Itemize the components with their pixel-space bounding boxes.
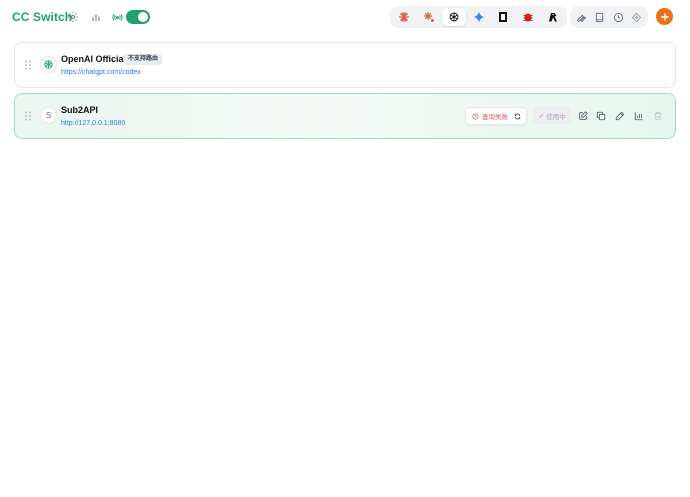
tab-claude[interactable] bbox=[392, 8, 416, 26]
plus-icon bbox=[660, 12, 669, 21]
toggle-knob bbox=[138, 12, 148, 22]
book-icon bbox=[596, 12, 604, 22]
usage-stats-button[interactable] bbox=[88, 9, 104, 25]
query-failed-label: 查询失败 bbox=[482, 114, 508, 121]
openai-icon bbox=[449, 12, 459, 22]
proxy-switch[interactable] bbox=[112, 9, 150, 25]
proxy-toggle[interactable] bbox=[126, 10, 150, 24]
tab-codex[interactable] bbox=[441, 8, 466, 26]
add-provider-button[interactable] bbox=[656, 8, 673, 25]
tab-bug[interactable] bbox=[516, 8, 540, 26]
error-circle-icon bbox=[472, 112, 479, 120]
provider-card-sub2api[interactable]: S Sub2API http://127.0.0.1:8080 查询失败 使用中 bbox=[14, 93, 676, 139]
drag-handle-icon[interactable] bbox=[24, 111, 32, 121]
gemini-icon bbox=[473, 11, 484, 23]
provider-name: Sub2API bbox=[61, 105, 99, 115]
history-icon bbox=[613, 12, 623, 22]
usage-query-status[interactable]: 查询失败 bbox=[465, 107, 527, 125]
opencode-icon bbox=[499, 12, 508, 22]
configure-button[interactable] bbox=[614, 110, 626, 122]
claude-icon bbox=[398, 11, 410, 23]
duplicate-button[interactable] bbox=[595, 110, 607, 122]
claude-code-icon bbox=[423, 11, 434, 22]
tab-gemini[interactable] bbox=[467, 8, 491, 26]
provider-url[interactable]: https://chatgpt.com/codex bbox=[61, 69, 141, 76]
tools-button[interactable] bbox=[573, 8, 590, 26]
routing-unsupported-badge: 不支持路由 bbox=[124, 54, 163, 65]
drag-handle-icon[interactable] bbox=[24, 60, 32, 70]
trash-icon bbox=[654, 112, 662, 121]
provider-card-openai-official[interactable]: OpenAI Official 不支持路由 https://chatgpt.co… bbox=[14, 42, 676, 88]
settings-button[interactable] bbox=[65, 9, 81, 25]
tab-agent[interactable] bbox=[541, 8, 565, 26]
check-icon bbox=[538, 113, 544, 118]
app-title: CC Switch bbox=[12, 10, 73, 24]
tab-opencode[interactable] bbox=[491, 8, 515, 26]
wrench-icon bbox=[576, 14, 587, 22]
agent-icon bbox=[549, 13, 558, 22]
delete-button[interactable] bbox=[652, 110, 664, 122]
provider-url[interactable]: http://127.0.0.1:8080 bbox=[61, 120, 125, 127]
copy-icon bbox=[596, 111, 606, 121]
refresh-icon[interactable] bbox=[514, 113, 521, 120]
cloud-sync-icon bbox=[631, 12, 642, 22]
sync-button[interactable] bbox=[628, 8, 645, 26]
pencil-icon bbox=[615, 111, 625, 121]
history-button[interactable] bbox=[610, 8, 627, 26]
provider-name: OpenAI Official bbox=[61, 54, 127, 64]
app-switcher bbox=[390, 6, 567, 28]
broadcast-icon bbox=[112, 12, 123, 23]
gear-icon bbox=[68, 12, 78, 22]
docs-button[interactable] bbox=[591, 8, 608, 26]
bar-chart-icon bbox=[92, 14, 100, 21]
top-bar: CC Switch bbox=[0, 0, 690, 34]
in-use-label: 使用中 bbox=[546, 113, 566, 121]
bar-chart-icon bbox=[634, 112, 643, 121]
provider-avatar bbox=[40, 56, 57, 73]
in-use-button[interactable]: 使用中 bbox=[533, 107, 571, 124]
tab-claude-code[interactable] bbox=[417, 8, 441, 26]
openai-icon bbox=[44, 60, 53, 69]
tool-bar bbox=[570, 6, 648, 28]
edit-icon bbox=[579, 111, 588, 120]
red-bug-icon bbox=[523, 13, 533, 22]
usage-button[interactable] bbox=[633, 110, 645, 122]
provider-avatar: S bbox=[40, 107, 57, 124]
edit-button[interactable] bbox=[577, 110, 589, 122]
